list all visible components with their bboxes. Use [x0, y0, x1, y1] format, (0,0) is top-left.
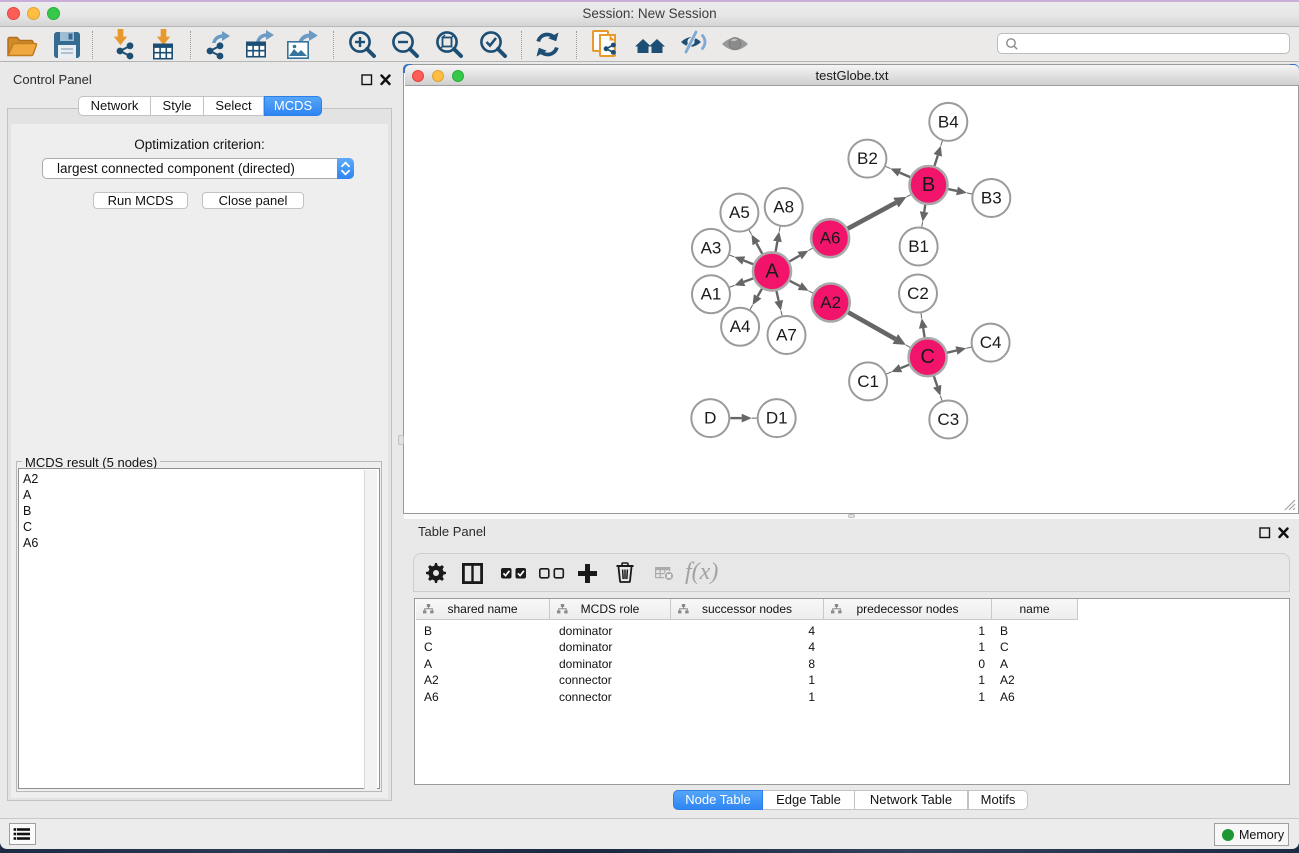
svg-text:C: C — [920, 346, 934, 368]
svg-text:D: D — [704, 409, 716, 428]
svg-text:A1: A1 — [701, 285, 722, 304]
svg-text:B1: B1 — [908, 237, 929, 256]
svg-text:B2: B2 — [857, 149, 878, 168]
svg-text:A3: A3 — [701, 238, 722, 257]
svg-text:D1: D1 — [766, 409, 788, 428]
svg-text:A8: A8 — [773, 198, 794, 217]
svg-text:B3: B3 — [981, 189, 1002, 208]
svg-text:C1: C1 — [857, 372, 879, 391]
svg-text:C3: C3 — [937, 410, 959, 429]
svg-text:A5: A5 — [729, 203, 750, 222]
svg-text:B: B — [922, 174, 935, 196]
svg-text:A4: A4 — [730, 317, 751, 336]
svg-text:A: A — [765, 260, 779, 282]
svg-text:C4: C4 — [980, 333, 1002, 352]
svg-text:C2: C2 — [907, 284, 929, 303]
svg-text:f(x): f(x) — [685, 559, 718, 585]
svg-text:A7: A7 — [776, 326, 797, 345]
svg-text:A6: A6 — [820, 229, 841, 248]
svg-text:B4: B4 — [938, 112, 959, 131]
svg-text:A2: A2 — [820, 293, 841, 312]
